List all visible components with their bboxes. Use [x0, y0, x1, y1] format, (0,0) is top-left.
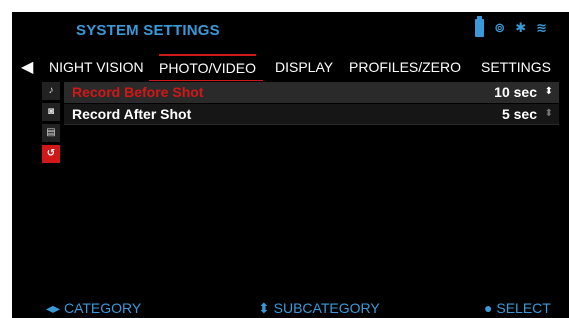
wifi-icon: ≋ — [536, 20, 547, 35]
setting-row-record-after-shot[interactable]: Record After Shot 5 sec ⬍ — [64, 104, 559, 125]
tab-night-vision[interactable]: NIGHT VISION — [49, 54, 144, 80]
setting-label: Record Before Shot — [72, 84, 204, 100]
gps-icon: ⊚ — [494, 20, 506, 35]
footer-hints: ◂▸ CATEGORY ⬍ SUBCATEGORY ● SELECT — [12, 300, 569, 318]
select-hint: ● SELECT — [484, 300, 551, 316]
tab-photo-video[interactable]: PHOTO/VIDEO — [159, 54, 256, 82]
select-dot-icon: ● — [484, 300, 493, 316]
status-icons: ⊚ ✱ ≋ — [475, 16, 547, 37]
category-tabs: ◀ NIGHT VISION PHOTO/VIDEO DISPLAY PROFI… — [12, 54, 569, 80]
page-title: SYSTEM SETTINGS — [76, 22, 220, 39]
subcategory-sidebar: ♪ ◙ ▤ ↺ — [42, 82, 60, 176]
up-down-arrows-icon[interactable]: ⬍ — [545, 82, 553, 102]
active-tab-underline — [149, 80, 263, 81]
title-bar: SYSTEM SETTINGS ⊚ ✱ ≋ — [12, 12, 569, 50]
reset-icon[interactable]: ↺ — [42, 145, 60, 163]
sd-card-icon[interactable]: ▤ — [42, 124, 60, 142]
settings-screen: SYSTEM SETTINGS ⊚ ✱ ≋ ◀ NIGHT VISION PHO… — [12, 12, 569, 318]
setting-label: Record After Shot — [72, 106, 192, 122]
microphone-icon[interactable]: ♪ — [42, 82, 60, 100]
setting-value: 10 sec — [494, 84, 537, 100]
left-right-arrows-icon: ◂▸ — [46, 300, 61, 316]
up-down-arrows-icon: ⬍ — [258, 300, 270, 316]
camera-icon[interactable]: ◙ — [42, 103, 60, 121]
category-hint: ◂▸ CATEGORY — [46, 300, 142, 316]
setting-value: 5 sec — [501, 106, 537, 122]
tab-display[interactable]: DISPLAY — [275, 54, 333, 80]
setting-row-record-before-shot[interactable]: Record Before Shot 10 sec ⬍ — [64, 82, 559, 103]
back-arrow-icon[interactable]: ◀ — [21, 57, 33, 77]
up-down-arrows-icon[interactable]: ⬍ — [545, 104, 553, 124]
subcategory-hint: ⬍ SUBCATEGORY — [258, 300, 380, 316]
tab-profiles-zero[interactable]: PROFILES/ZERO — [349, 54, 461, 80]
tab-settings[interactable]: SETTINGS — [481, 54, 551, 80]
battery-icon — [475, 16, 485, 37]
bluetooth-icon: ✱ — [515, 20, 527, 35]
